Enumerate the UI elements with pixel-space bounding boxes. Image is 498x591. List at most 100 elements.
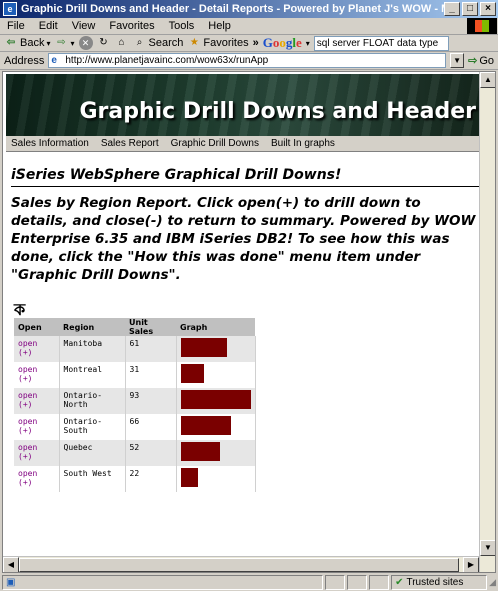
favorites-label: Favorites: [203, 37, 249, 49]
menu-tools[interactable]: Tools: [162, 20, 202, 32]
status-main-panel: ▣: [2, 574, 324, 590]
search-label: Search: [148, 37, 184, 49]
header-unit-sales: Unit Sales: [125, 318, 176, 336]
region-cell: Montreal: [59, 362, 126, 388]
unit-sales-cell: 31: [125, 362, 177, 388]
table-row: open (+) Montreal 31: [14, 362, 256, 388]
favorites-icon: ★: [189, 37, 199, 48]
refresh-icon[interactable]: ↻: [97, 36, 111, 50]
go-arrow-icon: ⇨: [468, 55, 478, 67]
banner-title: Graphic Drill Downs and Header: [79, 99, 476, 124]
address-label: Address: [4, 54, 45, 67]
menu-file[interactable]: File: [0, 20, 32, 32]
nav-sales-report[interactable]: Sales Report: [101, 138, 159, 149]
google-logo[interactable]: Google: [263, 35, 302, 51]
open-row-link[interactable]: open (+): [18, 417, 37, 435]
table-row: open (+) Ontario-South 66: [14, 414, 256, 440]
region-cell: Ontario-South: [59, 414, 126, 440]
address-url: http://www.planetjavainc.com/wow63x/runA…: [65, 55, 269, 66]
open-row-link[interactable]: open (+): [18, 391, 37, 409]
trusted-sites-icon: ✔: [395, 576, 404, 588]
horizontal-scroll-thumb[interactable]: [19, 558, 459, 572]
menu-view[interactable]: View: [65, 20, 103, 32]
nav-built-in-graphs[interactable]: Built In graphs: [271, 138, 335, 149]
unit-sales-cell: 52: [125, 440, 177, 466]
forward-button[interactable]: ⇨ ▾: [54, 36, 74, 50]
scroll-left-icon[interactable]: ◀: [3, 557, 19, 572]
status-panel: [325, 574, 346, 590]
security-zone-panel: ✔ Trusted sites: [391, 574, 488, 590]
scroll-down-icon[interactable]: ▼: [480, 540, 495, 556]
resize-grip-icon[interactable]: ◢: [489, 577, 496, 588]
header-region: Region: [59, 318, 125, 336]
favorites-button[interactable]: ★ Favorites: [187, 36, 249, 50]
minimize-button[interactable]: _: [444, 2, 460, 16]
nav-graphic-drill-downs[interactable]: Graphic Drill Downs: [171, 138, 259, 149]
header-graph: Graph: [176, 318, 255, 336]
back-button[interactable]: ⇦ Back ▾: [4, 36, 51, 50]
header-open: Open: [14, 318, 59, 336]
forward-arrow-icon: ⇨: [57, 37, 66, 48]
toolbar-overflow-button[interactable]: »: [253, 37, 259, 49]
window-title-bar: e Graphic Drill Downs and Header - Detai…: [0, 0, 498, 18]
horizontal-scrollbar[interactable]: ◀ ▶: [3, 556, 479, 572]
nav-sales-information[interactable]: Sales Information: [11, 138, 89, 149]
ie-icon: e: [3, 2, 17, 16]
maximize-button[interactable]: □: [462, 2, 478, 16]
open-row-link[interactable]: open (+): [18, 469, 37, 487]
unit-sales-cell: 22: [125, 466, 177, 492]
unit-sales-cell: 66: [125, 414, 177, 440]
page-viewport: Graphic Drill Downs and Header Sales Inf…: [2, 71, 496, 573]
back-arrow-icon: ⇦: [6, 37, 16, 48]
close-button[interactable]: ×: [480, 2, 496, 16]
address-input[interactable]: e http://www.planetjavainc.com/wow63x/ru…: [48, 53, 447, 68]
region-cell: Manitoba: [59, 336, 126, 362]
status-panel: [347, 574, 368, 590]
home-icon[interactable]: ⌂: [115, 36, 129, 50]
sales-bar: [180, 442, 220, 461]
vertical-scrollbar[interactable]: ▲ ▼: [479, 72, 495, 572]
window-title: Graphic Drill Downs and Header - Detail …: [21, 3, 444, 15]
scroll-up-icon[interactable]: ▲: [480, 72, 495, 88]
status-bar: ▣ ✔ Trusted sites ◢: [0, 573, 498, 591]
search-button[interactable]: ⌕ Search: [133, 36, 184, 50]
sales-bar: [180, 468, 198, 487]
unit-sales-cell: 93: [125, 388, 177, 414]
header-banner: Graphic Drill Downs and Header: [6, 74, 482, 136]
page-icon: e: [51, 54, 57, 66]
table-row: open (+) Manitoba 61: [14, 336, 256, 362]
region-cell: Quebec: [59, 440, 126, 466]
region-cell: South West: [59, 466, 126, 492]
security-zone-label: Trusted sites: [406, 576, 464, 588]
google-search-input[interactable]: sql server FLOAT data type: [313, 35, 449, 51]
go-label: Go: [479, 54, 494, 67]
forward-dropdown-icon[interactable]: ▾: [70, 39, 74, 48]
windows-logo-icon: [467, 18, 497, 34]
menu-favorites[interactable]: Favorites: [102, 20, 161, 32]
unit-sales-cell: 61: [125, 336, 177, 362]
sales-bar: [180, 338, 227, 357]
toolbar: ⇦ Back ▾ ⇨ ▾ ✕ ↻ ⌂ ⌕ Search ★ Favorites …: [0, 35, 498, 52]
scroll-right-icon[interactable]: ▶: [463, 557, 479, 572]
back-label: Back: [20, 37, 45, 49]
address-dropdown-icon[interactable]: ▼: [450, 53, 465, 68]
sales-bar: [180, 390, 251, 409]
table-row: open (+) South West 22: [14, 466, 256, 492]
table-row: open (+) Ontario-North 93: [14, 388, 256, 414]
address-bar: Address e http://www.planetjavainc.com/w…: [0, 52, 498, 70]
page-description: Sales by Region Report. Click open(+) to…: [11, 195, 476, 283]
region-cell: Ontario-North: [59, 388, 126, 414]
page-heading: iSeries WebSphere Graphical Drill Downs!: [11, 167, 481, 187]
google-dropdown-icon[interactable]: ▾: [306, 39, 310, 48]
back-dropdown-icon[interactable]: ▾: [46, 39, 50, 48]
stop-icon[interactable]: ✕: [78, 36, 93, 50]
search-icon: ⌕: [136, 37, 143, 48]
page-status-icon: ▣: [6, 576, 16, 588]
open-row-link[interactable]: open (+): [18, 443, 37, 461]
sales-report-table: Open Region Unit Sales Graph open (+) Ma…: [14, 318, 256, 492]
menu-edit[interactable]: Edit: [32, 20, 65, 32]
menu-help[interactable]: Help: [201, 20, 238, 32]
open-row-link[interactable]: open (+): [18, 339, 37, 357]
go-button[interactable]: ⇨ Go: [468, 54, 498, 68]
open-row-link[interactable]: open (+): [18, 365, 37, 383]
